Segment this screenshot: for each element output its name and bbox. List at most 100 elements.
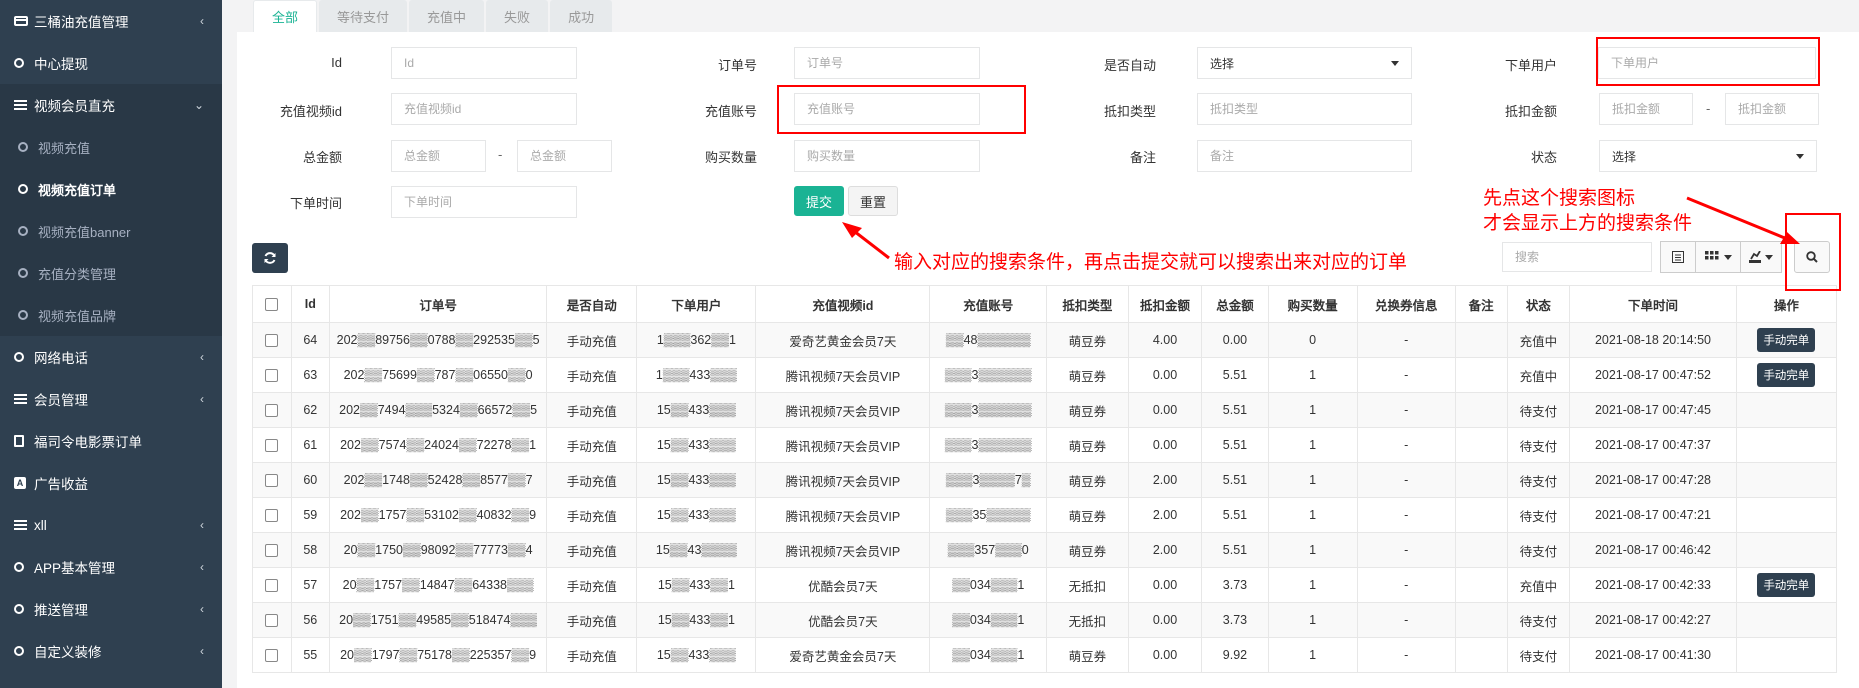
filter-quantity-field[interactable] (794, 140, 980, 172)
filter-deduct-type-field[interactable] (1197, 93, 1412, 125)
row-checkbox[interactable] (265, 649, 279, 663)
row-checkbox-cell[interactable] (252, 392, 292, 428)
row-checkbox[interactable] (265, 544, 279, 558)
table-row[interactable]: 62 202▒▒7494▒▒▒5324▒▒66572▒▒5 手动充值 15▒▒433▒… (252, 392, 1838, 428)
sidebar-item-phone[interactable]: 网络电话 ‹ (0, 336, 222, 378)
column-header[interactable]: 订单号 (329, 285, 548, 323)
row-checkbox[interactable] (265, 614, 279, 628)
column-header[interactable]: 抵扣金额 (1127, 285, 1203, 323)
filter-remark-field[interactable] (1197, 140, 1412, 172)
row-checkbox[interactable] (265, 334, 279, 348)
tab-success[interactable]: 成功 (550, 0, 613, 32)
filter-auto-select[interactable]: 选择 (1197, 47, 1412, 79)
row-checkbox-cell[interactable] (252, 567, 292, 603)
filter-id-field[interactable] (391, 47, 577, 79)
sidebar-item-category[interactable]: 充值分类管理 (0, 252, 222, 294)
sidebar-item-video-banner[interactable]: 视频充值banner (0, 210, 222, 252)
row-checkbox-cell[interactable] (252, 497, 292, 533)
filter-total-min-input[interactable] (404, 149, 473, 163)
table-row[interactable]: 57 20▒▒1757▒▒14847▒▒64338▒▒▒ 手动充值 15▒▒433▒▒… (252, 567, 1838, 603)
tab-failed[interactable]: 失败 (486, 0, 549, 32)
filter-quantity-input[interactable] (807, 149, 967, 163)
column-header[interactable]: 总金额 (1201, 285, 1269, 323)
column-header[interactable]: 状态 (1506, 285, 1571, 323)
filter-total-max-field[interactable] (517, 140, 612, 172)
row-checkbox[interactable] (265, 474, 279, 488)
column-header[interactable]: 购买数量 (1267, 285, 1358, 323)
sidebar-item-withdraw[interactable]: 中心提现 (0, 42, 222, 84)
sidebar-item-ad-revenue[interactable]: A 广告收益 (0, 462, 222, 504)
tab-recharging[interactable]: 充值中 (409, 0, 485, 32)
tab-all[interactable]: 全部 (253, 0, 318, 32)
table-row[interactable]: 58 20▒▒1750▒▒98092▒▒77773▒▒4 手动充值 15▒▒43▒▒▒… (252, 532, 1838, 568)
sidebar-item-push[interactable]: 推送管理 ‹ (0, 588, 222, 630)
sidebar-item-xll[interactable]: xll ‹ (0, 504, 222, 546)
table-row[interactable]: 55 20▒▒1797▒▒75178▒▒225357▒▒9 手动充值 15▒▒433▒… (252, 637, 1838, 673)
manual-complete-button[interactable]: 手动完单 (1757, 363, 1816, 387)
columns-button[interactable] (1695, 241, 1741, 273)
filter-time-input[interactable] (404, 195, 564, 209)
filter-deduct-min-input[interactable] (1612, 102, 1680, 116)
toggle-view-button[interactable] (1660, 241, 1696, 273)
table-row[interactable]: 64 202▒▒89756▒▒0788▒▒292535▒▒5 手动充值 1▒▒▒362… (252, 322, 1838, 358)
sidebar-item-movie-tickets[interactable]: 福司令电影票订单 (0, 420, 222, 462)
reset-button[interactable]: 重置 (848, 186, 898, 216)
filter-total-max-input[interactable] (530, 149, 599, 163)
column-header[interactable]: 抵扣类型 (1046, 285, 1129, 323)
submit-button[interactable]: 提交 (794, 186, 844, 216)
row-checkbox-cell[interactable] (252, 322, 292, 358)
row-checkbox-cell[interactable] (252, 462, 292, 498)
manual-complete-button[interactable]: 手动完单 (1757, 573, 1816, 597)
column-header[interactable]: Id (290, 285, 331, 323)
filter-deduct-min-field[interactable] (1599, 93, 1693, 125)
sidebar-item-brand[interactable]: 视频充值品牌 (0, 294, 222, 336)
filter-remark-input[interactable] (1210, 149, 1399, 163)
header-checkbox-cell[interactable] (252, 285, 292, 323)
row-checkbox-cell[interactable] (252, 532, 292, 568)
table-search-field[interactable] (1502, 242, 1652, 272)
sidebar-item-video-vip[interactable]: 视频会员直充 ⌄ (0, 84, 222, 126)
sidebar-item-video-recharge[interactable]: 视频充值 (0, 126, 222, 168)
column-header[interactable]: 是否自动 (546, 285, 638, 323)
filter-deduct-max-field[interactable] (1725, 93, 1819, 125)
filter-video-id-field[interactable] (391, 93, 577, 125)
select-all-checkbox[interactable] (265, 298, 279, 312)
column-header[interactable]: 备注 (1454, 285, 1508, 323)
filter-order-no-field[interactable] (794, 47, 980, 79)
filter-id-input[interactable] (404, 56, 564, 70)
row-checkbox[interactable] (265, 579, 279, 593)
column-header[interactable]: 充值账号 (929, 285, 1048, 323)
sidebar-item-decoration[interactable]: 自定义装修 ‹ (0, 630, 222, 672)
row-checkbox[interactable] (265, 439, 279, 453)
row-checkbox[interactable] (265, 369, 279, 383)
table-row[interactable]: 61 202▒▒7574▒▒24024▒▒72278▒▒1 手动充值 15▒▒433▒… (252, 427, 1838, 463)
refresh-button[interactable] (252, 243, 288, 273)
column-header[interactable]: 兑换券信息 (1356, 285, 1456, 323)
column-header[interactable]: 操作 (1735, 285, 1838, 323)
column-header[interactable]: 下单时间 (1569, 285, 1737, 323)
sidebar-item-video-orders[interactable]: 视频充值订单 (0, 168, 222, 210)
export-button[interactable] (1740, 241, 1782, 273)
row-checkbox-cell[interactable] (252, 637, 292, 673)
filter-deduct-max-input[interactable] (1738, 102, 1806, 116)
table-row[interactable]: 63 202▒▒75699▒▒787▒▒06550▒▒0 手动充值 1▒▒▒433▒▒… (252, 357, 1838, 393)
tab-pending-payment[interactable]: 等待支付 (319, 0, 408, 32)
table-row[interactable]: 56 20▒▒1751▒▒49585▒▒518474▒▒▒ 手动充值 15▒▒433▒… (252, 602, 1838, 638)
column-header[interactable]: 下单用户 (636, 285, 757, 323)
sidebar-item-oil-recharge[interactable]: 三桶油充值管理 ‹ (0, 0, 222, 42)
sidebar-item-members[interactable]: 会员管理 ‹ (0, 378, 222, 420)
filter-deduct-type-input[interactable] (1210, 102, 1399, 116)
filter-status-select[interactable]: 选择 (1599, 140, 1817, 172)
row-checkbox-cell[interactable] (252, 357, 292, 393)
row-checkbox[interactable] (265, 404, 279, 418)
manual-complete-button[interactable]: 手动完单 (1757, 328, 1816, 352)
filter-total-min-field[interactable] (391, 140, 486, 172)
table-search-input[interactable] (1515, 250, 1639, 264)
filter-time-field[interactable] (391, 186, 577, 218)
filter-video-id-input[interactable] (404, 102, 564, 116)
column-header[interactable]: 充值视频id (755, 285, 931, 323)
row-checkbox-cell[interactable] (252, 427, 292, 463)
sidebar-item-app-basic[interactable]: APP基本管理 ‹ (0, 546, 222, 588)
row-checkbox-cell[interactable] (252, 602, 292, 638)
table-row[interactable]: 60 202▒▒1748▒▒52428▒▒8577▒▒7 手动充值 15▒▒433▒▒… (252, 462, 1838, 498)
